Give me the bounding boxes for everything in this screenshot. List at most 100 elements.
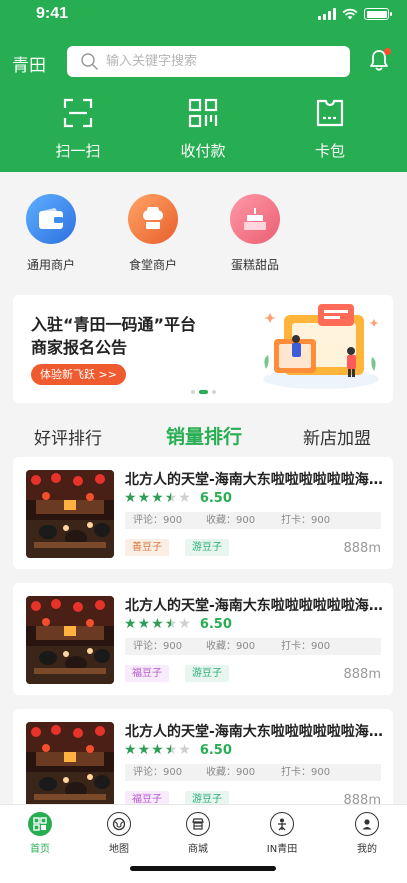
wifi-icon xyxy=(342,8,358,20)
star-filled-icon: ★ xyxy=(137,742,151,758)
tabbar-in-qingtian[interactable]: IN青田 xyxy=(252,812,312,855)
scan-label: 扫一扫 xyxy=(55,142,101,160)
status-time: 9:41 xyxy=(36,5,69,22)
review-count: 评论：900 xyxy=(133,515,183,526)
star-filled-icon: ★ xyxy=(137,490,151,506)
home-qr-icon xyxy=(28,812,52,836)
category-cake[interactable]: 蛋糕甜品 xyxy=(215,194,295,273)
checkin-count: 打卡：900 xyxy=(281,767,331,778)
chef-hat-icon xyxy=(128,194,178,244)
notification-button[interactable] xyxy=(368,48,392,74)
tabbar-map[interactable]: 地图 xyxy=(89,812,149,855)
category-general[interactable]: 通用商户 xyxy=(11,194,91,273)
favorite-count: 收藏：900 xyxy=(206,515,256,526)
card-wallet-label: 卡包 xyxy=(314,142,345,160)
banner-dot[interactable] xyxy=(211,390,216,394)
merchant-stats: 评论：900 收藏：900 打卡：900 xyxy=(125,764,381,781)
banner-pagination xyxy=(13,390,393,394)
merchant-stats: 评论：900 收藏：900 打卡：900 xyxy=(125,512,381,529)
merchant-distance: 888m xyxy=(343,667,381,682)
payment-button[interactable]: 收付款 xyxy=(163,98,243,161)
star-filled-icon: ★ xyxy=(151,616,164,632)
tabbar-home[interactable]: 首页 xyxy=(10,812,70,855)
merchant-photo xyxy=(26,722,114,810)
tabbar-shop[interactable]: 商城 xyxy=(168,812,228,855)
qr-payment-icon xyxy=(188,98,218,128)
tabbar-map-label: 地图 xyxy=(109,844,129,855)
tabbar-shop-label: 商城 xyxy=(188,844,208,855)
wallet-icon xyxy=(26,194,76,244)
star-half-icon: ★ xyxy=(164,490,178,506)
ranking-tabs: 好评排行 销量排行 新店加盟 xyxy=(0,418,407,454)
card-wallet-button[interactable]: 卡包 xyxy=(290,98,370,161)
promo-banner[interactable]: 入驻“青田一码通”平台 商家报名公告 体验新飞跃 >> xyxy=(13,295,393,403)
checkin-count: 打卡：900 xyxy=(281,515,331,526)
category-canteen-label: 食堂商户 xyxy=(128,258,177,272)
tab-new-stores[interactable]: 新店加盟 xyxy=(303,424,371,449)
star-filled-icon: ★ xyxy=(151,742,164,758)
card-wallet-icon xyxy=(316,99,344,127)
tabbar-me-label: 我的 xyxy=(357,844,377,855)
person-icon xyxy=(270,812,294,836)
banner-button[interactable]: 体验新飞跃 >> xyxy=(31,364,126,385)
status-icons xyxy=(318,8,392,20)
city-selector[interactable]: 青田 xyxy=(12,51,46,76)
merchant-name: 北方人的天堂-海南大东啦啦啦啦啦啦海南大东 xyxy=(125,472,385,488)
checkin-count: 打卡：900 xyxy=(281,641,331,652)
merchant-tag: 善豆子 xyxy=(125,539,169,556)
star-empty-icon: ★ xyxy=(178,616,191,632)
payment-label: 收付款 xyxy=(180,142,226,160)
category-canteen[interactable]: 食堂商户 xyxy=(113,194,193,273)
category-general-label: 通用商户 xyxy=(26,258,75,272)
tab-good-reviews[interactable]: 好评排行 xyxy=(34,424,102,449)
search-icon xyxy=(81,53,98,70)
merchant-rating: ★ ★ ★ ★ ★ 6.50 xyxy=(124,616,232,632)
merchant-rating: ★ ★ ★ ★ ★ 6.50 xyxy=(124,742,232,758)
cake-icon xyxy=(230,194,280,244)
merchant-score: 6.50 xyxy=(199,742,232,758)
review-count: 评论：900 xyxy=(133,767,183,778)
merchant-score: 6.50 xyxy=(199,490,232,506)
merchant-card[interactable]: 北方人的天堂-海南大东啦啦啦啦啦啦海南大东 ★ ★ ★ ★ ★ 6.50 评论：… xyxy=(13,583,393,695)
home-indicator xyxy=(130,866,276,871)
merchant-tag: 福豆子 xyxy=(125,665,169,682)
merchant-photo xyxy=(26,470,114,558)
scan-button[interactable]: 扫一扫 xyxy=(38,98,118,161)
favorite-count: 收藏：900 xyxy=(206,767,256,778)
user-icon xyxy=(355,812,379,836)
cellular-signal-icon xyxy=(318,8,336,20)
star-filled-icon: ★ xyxy=(151,490,164,506)
review-count: 评论：900 xyxy=(133,641,183,652)
banner-dot-active[interactable] xyxy=(198,390,208,394)
tabbar-home-label: 首页 xyxy=(30,844,50,855)
star-empty-icon: ★ xyxy=(178,490,191,506)
banner-title-line2: 商家报名公告 xyxy=(31,338,128,357)
search-bar[interactable] xyxy=(67,46,350,77)
category-cake-label: 蛋糕甜品 xyxy=(230,258,279,272)
notification-badge xyxy=(384,48,391,55)
app-header: 9:41 青田 输入关键字搜索 扫一扫 收付款 卡包 xyxy=(0,0,407,172)
merchant-photo xyxy=(26,596,114,684)
merchant-name: 北方人的天堂-海南大东啦啦啦啦啦啦海南大东 xyxy=(125,724,385,740)
bottom-tab-bar: 首页 地图 商城 IN青田 我的 xyxy=(0,804,407,883)
tabbar-in-qingtian-label: IN青田 xyxy=(266,844,298,855)
banner-dot[interactable] xyxy=(190,390,195,394)
star-filled-icon: ★ xyxy=(124,616,137,632)
star-filled-icon: ★ xyxy=(124,490,137,506)
merchant-tag: 游豆子 xyxy=(185,539,229,556)
search-input[interactable] xyxy=(106,54,326,69)
merchant-rating: ★ ★ ★ ★ ★ 6.50 xyxy=(124,490,232,506)
tabbar-me[interactable]: 我的 xyxy=(337,812,397,855)
favorite-count: 收藏：900 xyxy=(206,641,256,652)
tab-sales[interactable]: 销量排行 xyxy=(166,422,242,449)
merchant-name: 北方人的天堂-海南大东啦啦啦啦啦啦海南大东 xyxy=(125,598,385,614)
banner-title: 入驻“青田一码通”平台 商家报名公告 xyxy=(31,313,261,359)
star-half-icon: ★ xyxy=(164,616,178,632)
banner-title-line1: 入驻“青田一码通”平台 xyxy=(31,315,197,334)
globe-icon xyxy=(107,812,131,836)
scan-icon xyxy=(63,98,93,128)
merchant-distance: 888m xyxy=(343,541,381,556)
merchant-card[interactable]: 北方人的天堂-海南大东啦啦啦啦啦啦海南大东 ★ ★ ★ ★ ★ 6.50 评论：… xyxy=(13,457,393,569)
merchant-categories: 通用商户 食堂商户 蛋糕甜品 xyxy=(0,172,407,282)
star-empty-icon: ★ xyxy=(178,742,191,758)
